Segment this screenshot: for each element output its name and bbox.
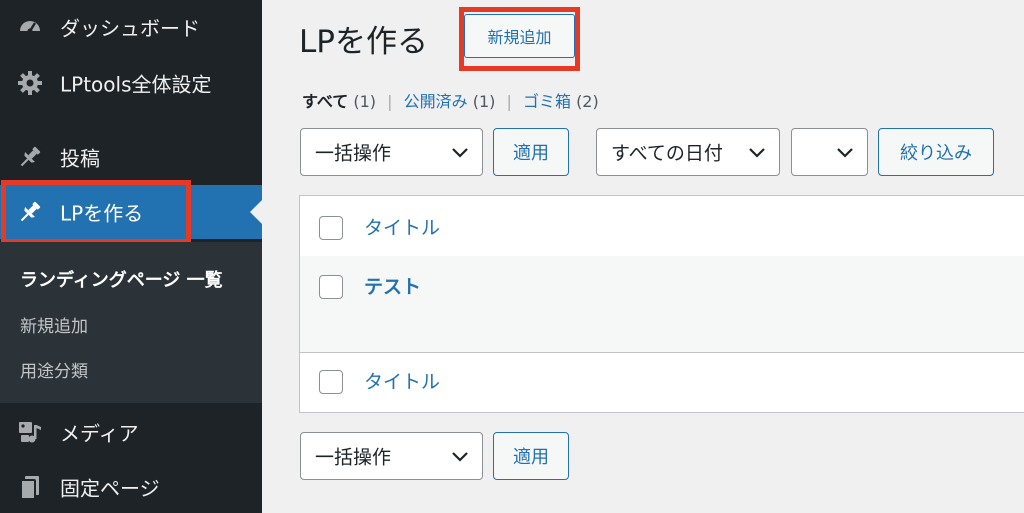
submenu-item-lp-list[interactable]: ランディングページ 一覧 <box>20 266 223 292</box>
filter-trash[interactable]: ゴミ箱 <box>523 92 571 111</box>
pin-icon <box>16 143 44 171</box>
sidebar-item-media[interactable]: メディア <box>0 406 262 458</box>
table-footer-row: タイトル <box>300 352 1024 412</box>
filter-button[interactable]: 絞り込み <box>878 128 994 176</box>
bulk-action-value: 一括操作 <box>315 142 392 165</box>
current-menu-arrow <box>250 200 262 224</box>
page-title: LPを作る <box>299 24 428 60</box>
category-filter-select[interactable] <box>791 128 868 176</box>
select-all-checkbox[interactable] <box>319 216 343 240</box>
sidebar-item-label: 固定ページ <box>60 476 160 501</box>
row-checkbox[interactable] <box>319 275 343 299</box>
filter-all-count: (1) <box>353 92 377 111</box>
sidebar-item-label: ダッシュボード <box>60 16 200 41</box>
apply-button[interactable]: 適用 <box>493 128 569 176</box>
filter-published[interactable]: 公開済み <box>404 92 468 111</box>
title-column-footer[interactable]: タイトル <box>364 367 440 394</box>
apply-button-bottom[interactable]: 適用 <box>493 432 569 480</box>
sidebar-item-label: 投稿 <box>60 146 100 171</box>
annotation-highlight-box <box>1 180 191 244</box>
sidebar-item-dashboard[interactable]: ダッシュボード <box>0 1 262 53</box>
admin-sidebar: ダッシュボード LPtools全体設定 投稿 LPを作る ランディングページ 一… <box>0 0 262 513</box>
bulk-action-select[interactable]: 一括操作 <box>300 128 483 176</box>
table-header-row: タイトル <box>300 196 1024 257</box>
submenu-item-categories[interactable]: 用途分類 <box>20 357 88 382</box>
posts-table: タイトル テスト タイトル <box>299 195 1024 413</box>
filter-separator: | <box>506 92 512 111</box>
sidebar-submenu: ランディングページ 一覧 新規追加 用途分類 <box>0 242 262 403</box>
media-icon <box>16 418 44 446</box>
table-row: テスト <box>300 256 1024 353</box>
bulk-action-value: 一括操作 <box>315 446 392 469</box>
page-icon <box>16 473 44 501</box>
filter-trash-count: (2) <box>576 92 599 111</box>
chevron-down-icon <box>837 141 853 163</box>
filter-separator: | <box>387 92 393 111</box>
bulk-action-select-bottom[interactable]: 一括操作 <box>300 432 483 480</box>
sidebar-item-label: メディア <box>60 421 139 446</box>
dashboard-icon <box>16 13 44 41</box>
filter-published-count: (1) <box>472 92 496 111</box>
post-title-link[interactable]: テスト <box>364 272 421 299</box>
sidebar-item-label: LPtools全体設定 <box>60 72 212 97</box>
sidebar-item-posts[interactable]: 投稿 <box>0 131 262 183</box>
sidebar-item-lptools-settings[interactable]: LPtools全体設定 <box>0 57 262 109</box>
status-filter-links: すべて (1) | 公開済み (1) | ゴミ箱 (2) <box>302 88 599 112</box>
chevron-down-icon <box>452 445 468 467</box>
gear-icon <box>16 69 44 97</box>
submenu-item-add-new[interactable]: 新規追加 <box>20 312 88 337</box>
chevron-down-icon <box>749 141 765 163</box>
date-filter-value: すべての日付 <box>611 142 723 165</box>
sidebar-item-pages[interactable]: 固定ページ <box>0 461 262 513</box>
select-all-checkbox[interactable] <box>319 370 343 394</box>
date-filter-select[interactable]: すべての日付 <box>596 128 780 176</box>
chevron-down-icon <box>452 141 468 163</box>
main-content: LPを作る 新規追加 すべて (1) | 公開済み (1) | ゴミ箱 (2) … <box>262 0 1024 513</box>
title-column-header[interactable]: タイトル <box>364 213 440 240</box>
filter-all[interactable]: すべて <box>302 92 348 111</box>
add-new-button[interactable]: 新規追加 <box>464 14 575 58</box>
